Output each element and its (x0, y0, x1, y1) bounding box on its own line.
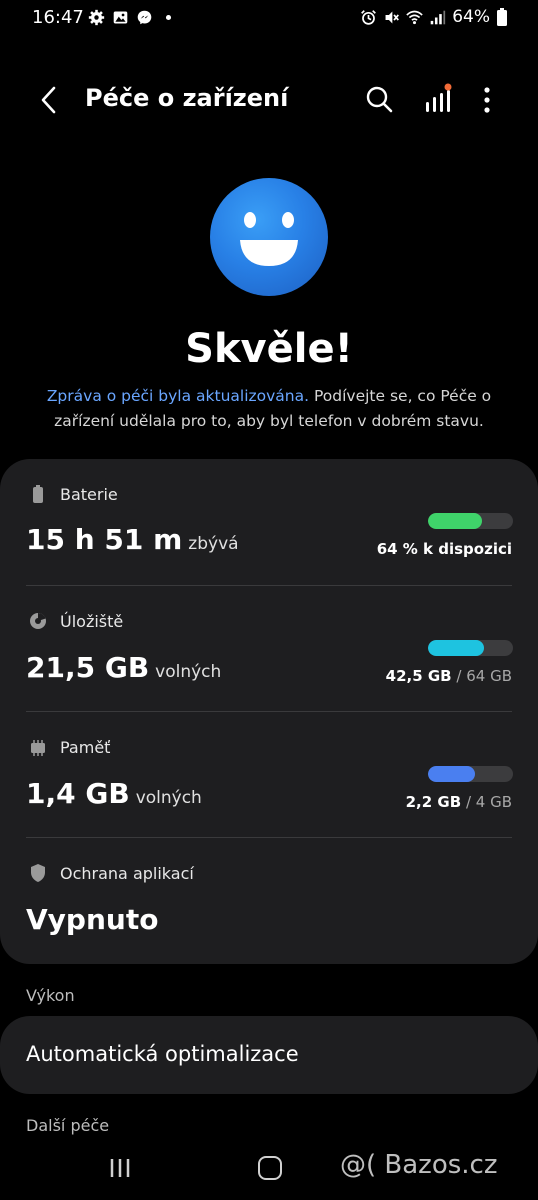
battery-icon (33, 485, 43, 503)
dot-icon (165, 14, 172, 21)
battery-value: 15 h 51 m zbývá (26, 523, 239, 556)
storage-bar-fill (428, 640, 485, 656)
battery-icon (497, 8, 507, 26)
battery-bar (428, 513, 513, 529)
storage-bar (428, 640, 513, 656)
more-care-section-label: Další péče (26, 1116, 110, 1135)
more-options-icon[interactable] (476, 84, 498, 116)
messenger-icon (137, 10, 152, 25)
memory-used: 2,2 GB (405, 793, 462, 811)
back-icon[interactable] (34, 82, 66, 118)
signal-icon (430, 10, 446, 24)
status-description: Zpráva o péči byla aktualizována. Podíve… (24, 384, 514, 434)
storage-total: / 64 GB (456, 667, 512, 685)
home-button[interactable] (258, 1156, 282, 1180)
memory-value: 1,4 GB volných (26, 777, 202, 810)
battery-percent: 64% (452, 7, 490, 27)
app-bar: Péče o zařízení (0, 72, 538, 128)
page-title: Péče o zařízení (85, 84, 289, 112)
status-time: 16:47 (32, 7, 84, 28)
watermark: @( Bazos.cz (340, 1150, 498, 1180)
memory-chip-icon (31, 740, 45, 756)
memory-bar-fill (428, 766, 475, 782)
battery-available: 64 % k dispozici (376, 540, 512, 558)
auto-optimization-label: Automatická optimalizace (26, 1042, 299, 1066)
storage-unit: volných (155, 662, 222, 682)
smiley-status-icon (210, 178, 328, 296)
app-protection-row[interactable]: Ochrana aplikací Vypnuto (0, 837, 538, 964)
memory-total: / 4 GB (465, 793, 512, 811)
status-bar: 16:47 64% (0, 0, 538, 38)
app-protection-value: Vypnuto (26, 903, 159, 936)
diagnostics-icon[interactable] (422, 82, 456, 116)
memory-bar (428, 766, 513, 782)
gallery-icon (113, 11, 128, 24)
memory-label: Paměť (60, 738, 111, 757)
shield-icon (31, 864, 45, 882)
battery-bar-fill (428, 513, 483, 529)
storage-value: 21,5 GB volných (26, 651, 221, 684)
auto-optimization-item[interactable]: Automatická optimalizace (0, 1016, 538, 1094)
storage-label: Úložiště (60, 612, 124, 631)
memory-free: 1,4 GB (26, 777, 130, 810)
navigation-bar: @( Bazos.cz (0, 1140, 538, 1200)
battery-caption: 64 % k dispozici (377, 540, 512, 558)
battery-row[interactable]: Baterie 15 h 51 m zbývá 64 % k dispozici (0, 459, 538, 585)
battery-time: 15 h 51 m (26, 523, 183, 556)
memory-caption: 2,2 GB / 4 GB (406, 793, 512, 811)
wifi-icon (406, 10, 423, 24)
memory-row[interactable]: Paměť 1,4 GB volných 2,2 GB / 4 GB (0, 711, 538, 837)
memory-unit: volných (135, 788, 202, 808)
alarm-icon (361, 9, 377, 25)
status-left-icons (88, 9, 177, 26)
search-icon[interactable] (364, 84, 396, 116)
report-link[interactable]: Zpráva o péči byla aktualizována. (47, 387, 309, 405)
storage-caption: 42,5 GB / 64 GB (386, 667, 512, 685)
mute-icon (385, 11, 400, 23)
storage-pie-icon (30, 613, 46, 629)
gear-icon (88, 9, 105, 26)
storage-free: 21,5 GB (26, 651, 150, 684)
app-protection-label: Ochrana aplikací (60, 864, 194, 883)
recents-icon[interactable] (108, 1157, 132, 1179)
storage-row[interactable]: Úložiště 21,5 GB volných 42,5 GB / 64 GB (0, 585, 538, 711)
battery-unit: zbývá (188, 534, 239, 554)
status-right-icons: 64% (360, 7, 508, 27)
device-care-card: Baterie 15 h 51 m zbývá 64 % k dispozici … (0, 459, 538, 964)
storage-used: 42,5 GB (385, 667, 452, 685)
status-headline: Skvěle! (185, 326, 353, 372)
performance-section-label: Výkon (26, 986, 75, 1005)
battery-label: Baterie (60, 485, 118, 504)
